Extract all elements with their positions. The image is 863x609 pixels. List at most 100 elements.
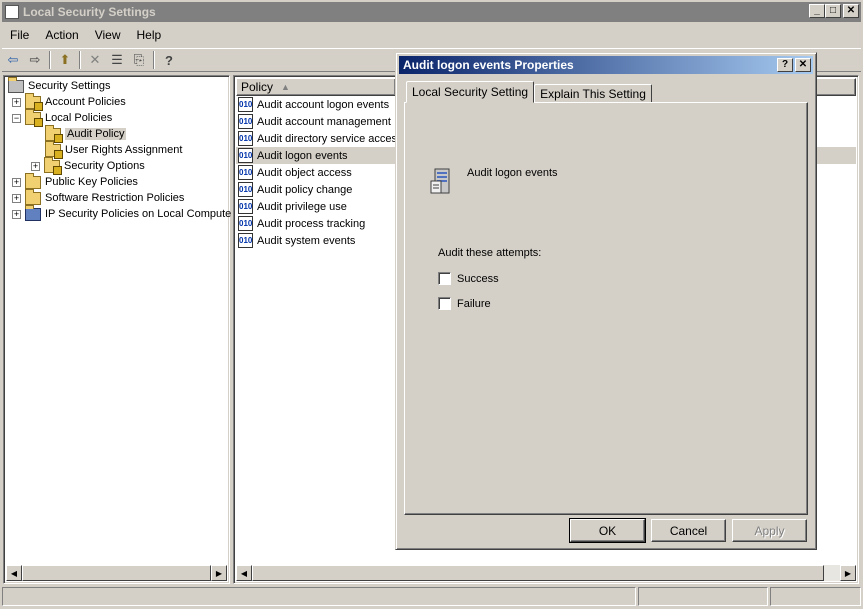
main-title-bar[interactable]: Local Security Settings _ □ ✕ bbox=[2, 2, 861, 22]
scroll-right-icon[interactable]: ▶ bbox=[840, 565, 856, 581]
up-folder-icon[interactable]: ⬆ bbox=[54, 50, 76, 70]
policy-icon: 010 bbox=[238, 114, 253, 129]
forward-icon[interactable]: ⇨ bbox=[24, 50, 46, 70]
scroll-thumb[interactable] bbox=[252, 565, 824, 581]
delete-icon[interactable]: ✕ bbox=[84, 50, 106, 70]
list-item[interactable]: 010 Audit account logon events bbox=[238, 96, 389, 113]
tree-item-ip-security-policies[interactable]: + IP Security Policies on Local Compute bbox=[12, 204, 232, 222]
tree-item-label: IP Security Policies on Local Compute bbox=[45, 208, 232, 220]
list-item-label: Audit account management bbox=[257, 115, 391, 128]
tab-strip: Local Security Setting Explain This Sett… bbox=[406, 81, 652, 103]
minimize-button[interactable]: _ bbox=[809, 4, 825, 18]
status-bar bbox=[2, 587, 861, 607]
dialog-title-bar[interactable]: Audit logon events Properties ? ✕ bbox=[399, 56, 813, 74]
folder-icon bbox=[45, 140, 63, 159]
menu-view[interactable]: View bbox=[87, 28, 129, 42]
scroll-left-icon[interactable]: ◀ bbox=[236, 565, 252, 581]
tab-explain-this-setting[interactable]: Explain This Setting bbox=[534, 84, 652, 103]
help-icon[interactable]: ? bbox=[158, 50, 180, 70]
toolbar-separator bbox=[153, 51, 155, 69]
menu-file[interactable]: File bbox=[2, 28, 37, 42]
expand-icon[interactable]: + bbox=[12, 177, 21, 187]
failure-checkbox-row[interactable]: Failure bbox=[438, 297, 491, 310]
list-item[interactable]: 010 Audit system events bbox=[238, 232, 355, 249]
list-item-label: Audit privilege use bbox=[257, 200, 347, 213]
ip-security-icon bbox=[25, 204, 41, 221]
cancel-button[interactable]: Cancel bbox=[651, 519, 726, 542]
list-item-label: Audit policy change bbox=[257, 183, 353, 196]
list-item-label: Audit logon events bbox=[257, 149, 348, 162]
app-icon bbox=[5, 5, 19, 19]
help-button[interactable]: ? bbox=[777, 58, 793, 72]
ok-button[interactable]: OK bbox=[569, 518, 646, 543]
collapse-icon[interactable]: − bbox=[12, 113, 21, 123]
tree-horizontal-scrollbar[interactable]: ◀ ▶ bbox=[6, 565, 227, 581]
tree-item-label: Public Key Policies bbox=[45, 176, 138, 188]
scroll-thumb[interactable] bbox=[22, 565, 211, 581]
list-item[interactable]: 010 Audit account management bbox=[238, 113, 391, 130]
expand-icon[interactable]: + bbox=[12, 193, 21, 203]
tree-item-label: Audit Policy bbox=[65, 128, 127, 140]
column-header-label: Policy bbox=[241, 80, 274, 94]
expand-icon[interactable]: + bbox=[12, 97, 21, 107]
policy-server-icon bbox=[430, 168, 450, 194]
list-item-label: Audit process tracking bbox=[257, 217, 366, 230]
list-item[interactable]: 010 Audit policy change bbox=[238, 181, 352, 198]
folder-icon bbox=[25, 172, 41, 189]
status-pane-2 bbox=[638, 587, 768, 606]
tree-item-local-policies[interactable]: − Local Policies bbox=[12, 108, 112, 127]
column-header-policy[interactable]: Policy ▲ bbox=[236, 78, 396, 96]
success-checkbox-row[interactable]: Success bbox=[438, 272, 499, 285]
maximize-button[interactable]: □ bbox=[825, 4, 841, 18]
policy-icon: 010 bbox=[238, 97, 253, 112]
list-horizontal-scrollbar[interactable]: ◀ ▶ bbox=[236, 565, 856, 581]
expand-icon[interactable]: + bbox=[31, 161, 40, 171]
close-button[interactable]: ✕ bbox=[843, 4, 859, 18]
expand-icon[interactable]: + bbox=[12, 209, 21, 219]
tree-item-user-rights-assignment[interactable]: User Rights Assignment bbox=[45, 140, 183, 159]
list-item-label: Audit system events bbox=[257, 234, 356, 247]
policy-icon: 010 bbox=[238, 148, 253, 163]
tab-local-security-setting[interactable]: Local Security Setting bbox=[406, 81, 535, 103]
apply-button[interactable]: Apply bbox=[732, 519, 807, 542]
dialog-title: Audit logon events Properties bbox=[403, 58, 574, 72]
list-item[interactable]: 010 Audit directory service access bbox=[238, 130, 403, 147]
policy-icon: 010 bbox=[238, 199, 253, 214]
sort-ascending-icon: ▲ bbox=[281, 82, 290, 92]
tree-item-security-options[interactable]: + Security Options bbox=[31, 156, 145, 175]
tree-item-label: Account Policies bbox=[45, 96, 126, 108]
tree-item-label: Security Options bbox=[64, 160, 145, 172]
list-item-label: Audit directory service access bbox=[257, 132, 403, 145]
tree-item-software-restriction-policies[interactable]: + Software Restriction Policies bbox=[12, 188, 185, 206]
list-item[interactable]: 010 Audit privilege use bbox=[238, 198, 347, 215]
folder-icon bbox=[44, 156, 62, 175]
folder-icon bbox=[45, 124, 63, 143]
failure-label: Failure bbox=[457, 297, 491, 310]
status-pane-3 bbox=[770, 587, 861, 606]
tree-item-label: Software Restriction Policies bbox=[45, 192, 185, 204]
success-checkbox[interactable] bbox=[438, 272, 451, 285]
list-item[interactable]: 010 Audit object access bbox=[238, 164, 352, 181]
list-item[interactable]: 010 Audit process tracking bbox=[238, 215, 365, 232]
failure-checkbox[interactable] bbox=[438, 297, 451, 310]
tree-item-security-settings[interactable]: Security Settings bbox=[8, 76, 111, 94]
folder-icon bbox=[25, 92, 43, 111]
toolbar-separator bbox=[79, 51, 81, 69]
properties-icon[interactable]: ☰ bbox=[106, 50, 128, 70]
list-item-label: Audit account logon events bbox=[257, 98, 390, 111]
scroll-left-icon[interactable]: ◀ bbox=[6, 565, 22, 581]
policy-icon: 010 bbox=[238, 216, 253, 231]
policy-icon: 010 bbox=[238, 182, 253, 197]
tree-pane[interactable]: Security Settings + Account Policies − L… bbox=[3, 75, 232, 584]
close-button[interactable]: ✕ bbox=[795, 58, 811, 72]
tree-item-label: User Rights Assignment bbox=[65, 144, 183, 156]
policy-name-label: Audit logon events bbox=[467, 167, 558, 179]
tree-item-audit-policy[interactable]: Audit Policy bbox=[45, 124, 127, 143]
folder-icon bbox=[25, 188, 41, 205]
menu-help[interactable]: Help bbox=[129, 28, 170, 42]
export-list-icon[interactable]: ⎘ bbox=[128, 50, 150, 70]
menu-action[interactable]: Action bbox=[37, 28, 86, 42]
back-icon[interactable]: ⇦ bbox=[2, 50, 24, 70]
scroll-right-icon[interactable]: ▶ bbox=[211, 565, 227, 581]
list-item-label: Audit object access bbox=[257, 166, 352, 179]
